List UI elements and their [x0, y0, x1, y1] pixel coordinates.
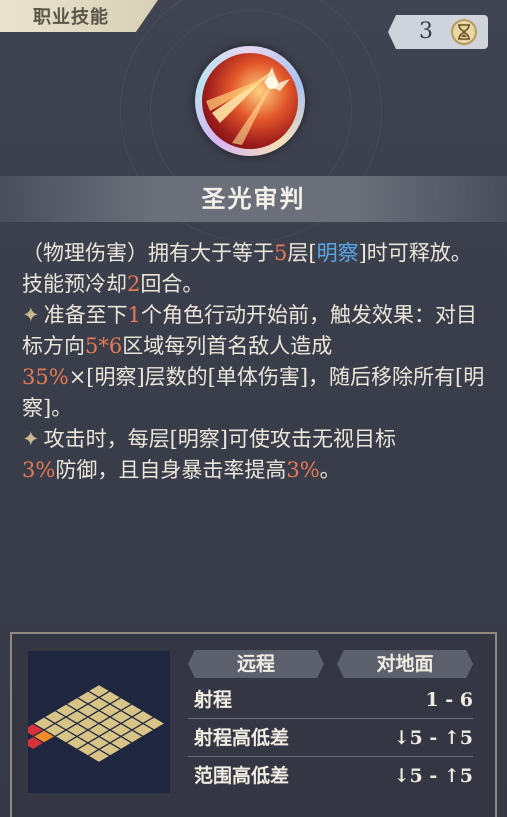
category-tag: 职业技能 [0, 0, 158, 32]
desc-number: 1 [127, 303, 141, 327]
desc-number: 3% [22, 458, 56, 482]
cooldown-counter: 3 [419, 19, 433, 44]
range-height-label: 射程高低差 [194, 727, 290, 749]
area-height-row: 范围高低差 ↓5 - ↑5 [188, 758, 473, 794]
range-value: 1 - 6 [425, 689, 473, 711]
skill-description: （物理伤害）拥有大于等于5层[明察]时可释放。技能预冷却2回合。 ✦ 准备至下1个… [22, 238, 487, 486]
desc-text: ×[明察]层数的[单体伤害]，随后移除所有[明察]。 [22, 365, 485, 420]
attack-type-pill: 远程 [188, 650, 324, 678]
desc-text: 。 [319, 458, 341, 482]
range-height-value: ↓5 - ↑5 [393, 727, 473, 749]
skill-name: 圣光审判 [201, 184, 306, 213]
desc-keyword: 明察 [316, 241, 359, 265]
area-height-value: ↓5 - ↑5 [393, 765, 473, 787]
range-height-row: 射程高低差 ↓5 - ↑5 [188, 720, 473, 757]
target-type-pill: 对地面 [337, 650, 473, 678]
skill-icon [195, 46, 305, 156]
desc-number: 3% [286, 458, 320, 482]
desc-number: 35% [22, 365, 69, 389]
desc-text: （物理伤害）拥有大于等于 [22, 241, 274, 265]
hourglass-icon [451, 19, 477, 45]
desc-text: 攻击时，每层[明察]可使攻击无视目标 [43, 427, 396, 451]
desc-text: 准备至下 [43, 303, 128, 327]
desc-text: 防御，且自身暴击率提高 [55, 458, 287, 482]
desc-text: 区域每列首名敌人造成 [122, 334, 333, 358]
range-label: 射程 [194, 689, 233, 711]
desc-number: 2 [127, 272, 141, 296]
desc-text: 层[ [287, 241, 317, 265]
holy-light-judgment-icon [202, 53, 298, 149]
sparkle-icon: ✦ [22, 303, 40, 327]
area-height-label: 范围高低差 [194, 765, 290, 787]
desc-number: 5*6 [85, 334, 123, 358]
desc-number: 5 [274, 241, 288, 265]
sparkle-icon: ✦ [22, 427, 40, 451]
desc-text: 回合。 [140, 272, 204, 296]
range-grid-preview [20, 651, 170, 793]
range-row: 射程 1 - 6 [188, 682, 473, 719]
